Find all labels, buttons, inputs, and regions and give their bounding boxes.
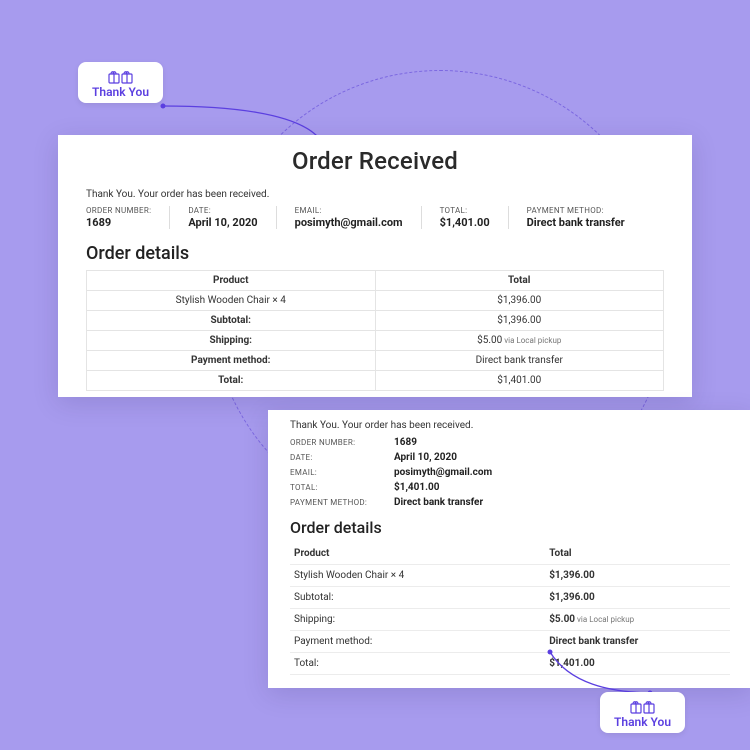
order-meta-stack: ORDER NUMBER: 1689 DATE: April 10, 2020 … [290,437,730,508]
tag-label: Thank You [92,85,149,99]
th-total: Total [375,271,664,291]
gift-icon [630,698,656,714]
table-row: Subtotal: $1,396.00 [290,587,730,609]
page-title: Order Received [86,147,664,175]
meta-date: DATE: April 10, 2020 [290,452,730,463]
th-total: Total [545,543,730,565]
tag-label: Thank You [614,715,671,729]
table-row: Subtotal: $1,396.00 [87,311,664,331]
order-details-table: Product Total Stylish Wooden Chair × 4 $… [86,270,664,391]
order-details-heading: Order details [290,518,730,537]
table-row: Total: $1,401.00 [87,371,664,391]
gift-icon [108,68,134,84]
order-received-card-wide: Order Received Thank You. Your order has… [58,135,692,397]
table-row: Payment method: Direct bank transfer [87,351,664,371]
order-received-card-narrow: Thank You. Your order has been received.… [268,410,750,688]
meta-order-number: ORDER NUMBER: 1689 [290,437,730,448]
table-row: Stylish Wooden Chair × 4 $1,396.00 [87,291,664,311]
order-details-heading: Order details [86,243,664,264]
table-row: Total: $1,401.00 [290,653,730,675]
th-product: Product [290,543,545,565]
meta-date: DATE: April 10, 2020 [188,206,276,229]
table-row: Shipping: $5.00via Local pickup [290,609,730,631]
order-meta-row: ORDER NUMBER: 1689 DATE: April 10, 2020 … [86,206,664,229]
th-product: Product [87,271,376,291]
thank-you-message: Thank You. Your order has been received. [86,189,664,200]
order-details-table: Product Total Stylish Wooden Chair × 4 $… [290,543,730,675]
meta-total: TOTAL: $1,401.00 [440,206,509,229]
thank-you-tag-top: Thank You [78,62,163,103]
table-header-row: Product Total [87,271,664,291]
table-row: Stylish Wooden Chair × 4 $1,396.00 [290,565,730,587]
thank-you-tag-bottom: Thank You [600,692,685,733]
table-row: Payment method: Direct bank transfer [290,631,730,653]
meta-payment-method: PAYMENT METHOD: Direct bank transfer [290,497,730,508]
table-header-row: Product Total [290,543,730,565]
thank-you-message: Thank You. Your order has been received. [290,420,730,431]
meta-email: EMAIL: posimyth@gmail.com [295,206,422,229]
meta-total: TOTAL: $1,401.00 [290,482,730,493]
meta-email: EMAIL: posimyth@gmail.com [290,467,730,478]
table-row: Shipping: $5.00via Local pickup [87,331,664,351]
meta-payment-method: PAYMENT METHOD: Direct bank transfer [527,206,643,229]
meta-order-number: ORDER NUMBER: 1689 [86,206,170,229]
